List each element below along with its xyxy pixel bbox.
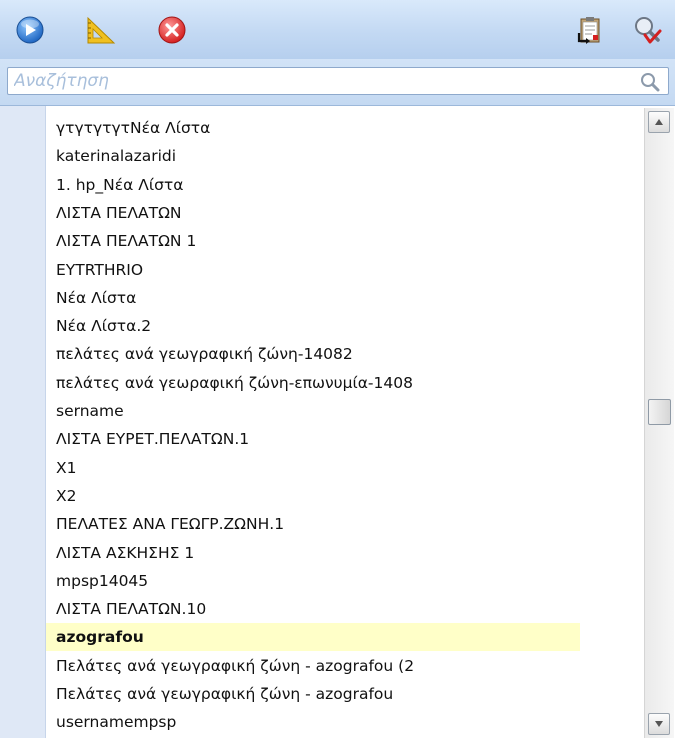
close-button[interactable] [156,14,188,46]
list-item[interactable]: mpsp14045 [46,567,580,595]
list-item[interactable]: katerinalazaridi [46,142,580,170]
list-item[interactable]: ΛΙΣΤΑ ΠΕΛΑΤΩΝ 1 [46,227,580,255]
list-item[interactable]: ΛΙΣΤΑ ΕΥΡΕΤ.ΠΕΛΑΤΩΝ.1 [46,425,580,453]
list-item[interactable]: ΛΙΣΤΑ ΠΕΛΑΤΩΝ [46,199,580,227]
list-item[interactable]: X1 [46,454,580,482]
ruler-button[interactable] [85,14,117,46]
scroll-thumb[interactable] [648,399,671,426]
list-item[interactable]: γτγτγτγτΝέα Λίστα [46,114,580,142]
search-bar [0,59,675,106]
list-item[interactable]: azografou [46,623,580,652]
close-icon [158,16,186,44]
list: γτγτγτγτΝέα Λίστα katerinalazaridi 1. hp_Ν… [46,106,636,738]
play-button[interactable] [14,14,46,46]
list-item[interactable]: Πελάτες ανά γεωγραφική ζώνη - azografou [46,680,580,708]
list-item[interactable]: ΛΙΣΤΑ ΠΕΛΑΤΩΝ.10 [46,595,580,623]
clipboard-export-icon [577,17,600,44]
list-item[interactable]: πελάτες ανά γεωγραφική ζώνη-14082 [46,340,580,368]
vertical-scrollbar[interactable] [644,108,674,738]
scroll-down-button[interactable] [648,713,670,735]
magnifier-icon[interactable] [640,72,660,92]
arrow-down-icon [655,721,663,727]
list-item[interactable]: sername [46,397,580,425]
list-item[interactable]: X2 [46,482,580,510]
search-clear-icon [635,17,662,44]
scroll-up-button[interactable] [648,111,670,133]
list-item[interactable]: EYTRTHRIO [46,256,580,284]
list-item[interactable]: ΛΙΣΤΑ ΑΣΚΗΣΗΣ 1 [46,539,580,567]
play-icon [16,16,44,44]
list-item[interactable]: Νέα Λίστα [46,284,580,312]
search-input[interactable] [7,67,669,95]
list-item[interactable]: ΠΕΛΑΤΕΣ ΑΝΑ ΓΕΩΓΡ.ΖΩΝΗ.1 [46,510,580,538]
arrow-up-icon [655,119,663,125]
export-button[interactable] [573,14,605,46]
list-item[interactable]: πελάτες ανά γεωραφική ζώνη-επωνυμία-1408 [46,369,580,397]
list-gutter [0,106,46,738]
ruler-triangle-icon [87,16,116,44]
list-item[interactable]: usernamempsp [46,708,580,736]
list-item[interactable]: Νέα Λίστα.2 [46,312,580,340]
list-item[interactable]: Πελάτες ανά γεωγραφική ζώνη - azografou … [46,652,580,680]
clear-search-button[interactable] [631,14,663,46]
toolbar [0,0,675,60]
list-item[interactable]: 1. hp_Νέα Λίστα [46,171,580,199]
